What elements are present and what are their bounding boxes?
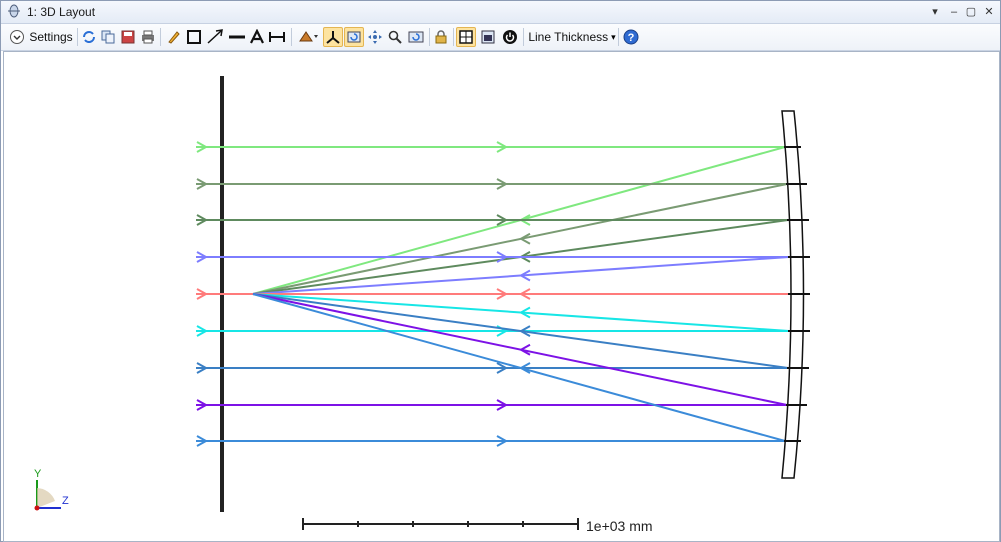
dimension-button[interactable] — [267, 27, 287, 47]
layout-icon — [459, 30, 473, 44]
lock-button[interactable] — [432, 27, 450, 47]
power-button[interactable] — [500, 27, 520, 47]
maximize-button[interactable]: ▢ — [962, 3, 980, 21]
window-title: 1: 3D Layout — [27, 5, 96, 19]
power-icon — [503, 30, 517, 44]
rotate-icon — [299, 31, 318, 42]
copy-button[interactable] — [99, 27, 117, 47]
save-button[interactable] — [119, 27, 137, 47]
layout-window: 1: 3D Layout ▾ – ▢ ✕ Settings Line Thick… — [0, 0, 1001, 542]
close-button[interactable]: ✕ — [980, 3, 998, 21]
axes-icon — [326, 31, 340, 44]
zoom-icon — [388, 30, 402, 44]
arrow-icon — [207, 29, 223, 44]
line-thickness-dropdown[interactable]: Line Thickness ▾ — [527, 27, 617, 47]
settings-button[interactable]: Settings — [6, 27, 76, 47]
reset-view-button[interactable] — [344, 27, 364, 47]
layout-canvas[interactable] — [3, 51, 1000, 542]
copy-icon — [101, 30, 115, 44]
axes-button[interactable] — [323, 27, 343, 47]
rectangle-icon — [187, 30, 201, 44]
line-button[interactable] — [227, 27, 247, 47]
toolbar: Settings Line Thickness ▾ ? — [1, 24, 1000, 51]
pan-icon — [368, 30, 382, 44]
reset-icon — [347, 31, 361, 43]
help-icon: ? — [623, 29, 639, 45]
fit-icon — [408, 31, 424, 43]
refresh-icon — [83, 31, 95, 43]
line-thickness-label: Line Thickness — [528, 30, 609, 44]
layout-button[interactable] — [456, 27, 476, 47]
dimension-icon — [269, 32, 285, 42]
rectangle-button[interactable] — [185, 27, 203, 47]
minimize-button[interactable]: – — [945, 3, 963, 21]
help-button[interactable]: ? — [621, 27, 641, 47]
arrow-button[interactable] — [205, 27, 225, 47]
pencil-button[interactable] — [165, 27, 183, 47]
settings-label: Settings — [29, 30, 73, 44]
text-button[interactable] — [248, 27, 266, 47]
print-button[interactable] — [139, 27, 157, 47]
fit-button[interactable] — [406, 27, 426, 47]
lens-icon — [8, 4, 20, 18]
window-button[interactable] — [478, 27, 498, 47]
lock-icon — [435, 30, 447, 44]
zoom-button[interactable] — [386, 27, 404, 47]
text-icon — [250, 29, 264, 44]
title-bar: 1: 3D Layout ▾ – ▢ ✕ — [1, 1, 1000, 24]
svg-text:?: ? — [628, 32, 635, 44]
rotate-button[interactable] — [295, 27, 321, 47]
dropdown-icon[interactable]: ▾ — [926, 3, 944, 21]
save-icon — [121, 30, 135, 44]
dropdown-arrow-icon: ▾ — [611, 31, 616, 42]
chevron-down-icon — [10, 30, 25, 44]
window-icon — [481, 30, 495, 44]
refresh-button[interactable] — [80, 27, 98, 47]
pencil-icon — [168, 31, 180, 44]
line-icon — [229, 35, 245, 39]
print-icon — [142, 30, 154, 44]
pan-button[interactable] — [366, 27, 384, 47]
scale-label: 1e+03 mm — [586, 518, 653, 534]
